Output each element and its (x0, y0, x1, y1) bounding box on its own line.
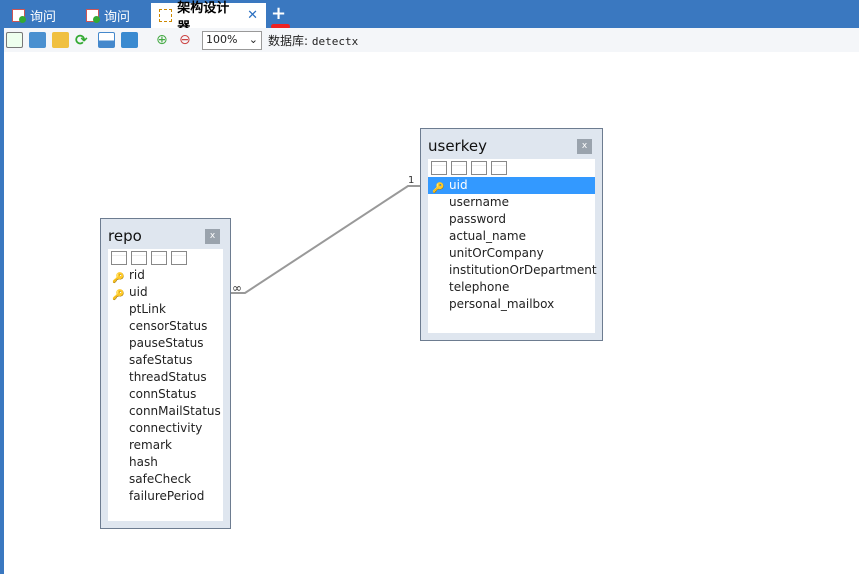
field-row[interactable]: actual_name (428, 228, 595, 245)
field-row[interactable]: safeCheck (108, 471, 223, 488)
table-title: repo (108, 227, 142, 245)
field-row[interactable]: connMailStatus (108, 403, 223, 420)
close-table-button[interactable]: x (205, 229, 220, 244)
field-name: safeCheck (129, 472, 192, 486)
field-name: connectivity (129, 421, 203, 435)
field-name: username (449, 195, 509, 209)
field-row[interactable]: institutionOrDepartment (428, 262, 597, 279)
field-name: personal_mailbox (449, 297, 555, 311)
close-table-button[interactable]: x (577, 139, 592, 154)
field-name: actual_name (449, 229, 526, 243)
field-name: password (449, 212, 506, 226)
field-name: failurePeriod (129, 489, 205, 503)
table-toolbar (428, 159, 595, 177)
field-name: uid (129, 285, 148, 299)
field-row[interactable]: failurePeriod (108, 488, 223, 505)
field-row[interactable]: username (428, 194, 595, 211)
field-list: 🔑 rid 🔑 uid ptLink censorStatus pauseStatus saf… (108, 249, 223, 521)
copy-table-icon[interactable] (151, 251, 167, 265)
field-row[interactable]: safeStatus (108, 352, 223, 369)
field-name: telephone (449, 280, 510, 294)
field-name: connMailStatus (129, 404, 221, 418)
field-row[interactable]: personal_mailbox (428, 296, 595, 313)
edit-table-icon[interactable] (111, 251, 127, 265)
field-row[interactable]: 🔑 uid (428, 177, 595, 194)
field-list: 🔑 uid username password actual_name unitOrCom… (428, 159, 597, 333)
field-row[interactable]: password (428, 211, 595, 228)
design-table-icon[interactable] (131, 251, 147, 265)
table-menu-icon[interactable] (491, 161, 507, 175)
field-name: safeStatus (129, 353, 193, 367)
many-cardinality: ∞ (232, 281, 242, 295)
table-userkey[interactable]: userkey x 🔑 uid username password actual_nam… (420, 128, 603, 341)
table-toolbar (108, 249, 223, 267)
field-row[interactable]: hash (108, 454, 223, 471)
field-name: uid (449, 178, 468, 192)
copy-table-icon[interactable] (471, 161, 487, 175)
field-name: pauseStatus (129, 336, 204, 350)
one-cardinality: 1 (408, 175, 414, 186)
field-name: threadStatus (129, 370, 207, 384)
field-name: rid (129, 268, 145, 282)
field-row[interactable]: unitOrCompany (428, 245, 595, 262)
design-table-icon[interactable] (451, 161, 467, 175)
field-name: hash (129, 455, 158, 469)
table-menu-icon[interactable] (171, 251, 187, 265)
field-name: remark (129, 438, 172, 452)
field-row[interactable]: connStatus (108, 386, 223, 403)
field-name: censorStatus (129, 319, 208, 333)
field-name: institutionOrDepartment (449, 263, 597, 277)
field-row[interactable]: pauseStatus (108, 335, 223, 352)
field-row[interactable]: ptLink (108, 301, 223, 318)
field-row[interactable]: remark (108, 437, 223, 454)
field-name: ptLink (129, 302, 166, 316)
field-row[interactable]: 🔑 uid (108, 284, 223, 301)
table-title: userkey (428, 137, 487, 155)
field-row[interactable]: connectivity (108, 420, 223, 437)
field-row[interactable]: censorStatus (108, 318, 223, 335)
field-row[interactable]: telephone (428, 279, 595, 296)
field-name: connStatus (129, 387, 197, 401)
field-row[interactable]: 🔑 rid (108, 267, 223, 284)
field-row[interactable]: threadStatus (108, 369, 223, 386)
field-name: unitOrCompany (449, 246, 544, 260)
relation-connector[interactable] (231, 185, 420, 294)
table-repo[interactable]: repo x 🔑 rid 🔑 uid ptLink censorStatus pauseSt… (100, 218, 231, 529)
edit-table-icon[interactable] (431, 161, 447, 175)
